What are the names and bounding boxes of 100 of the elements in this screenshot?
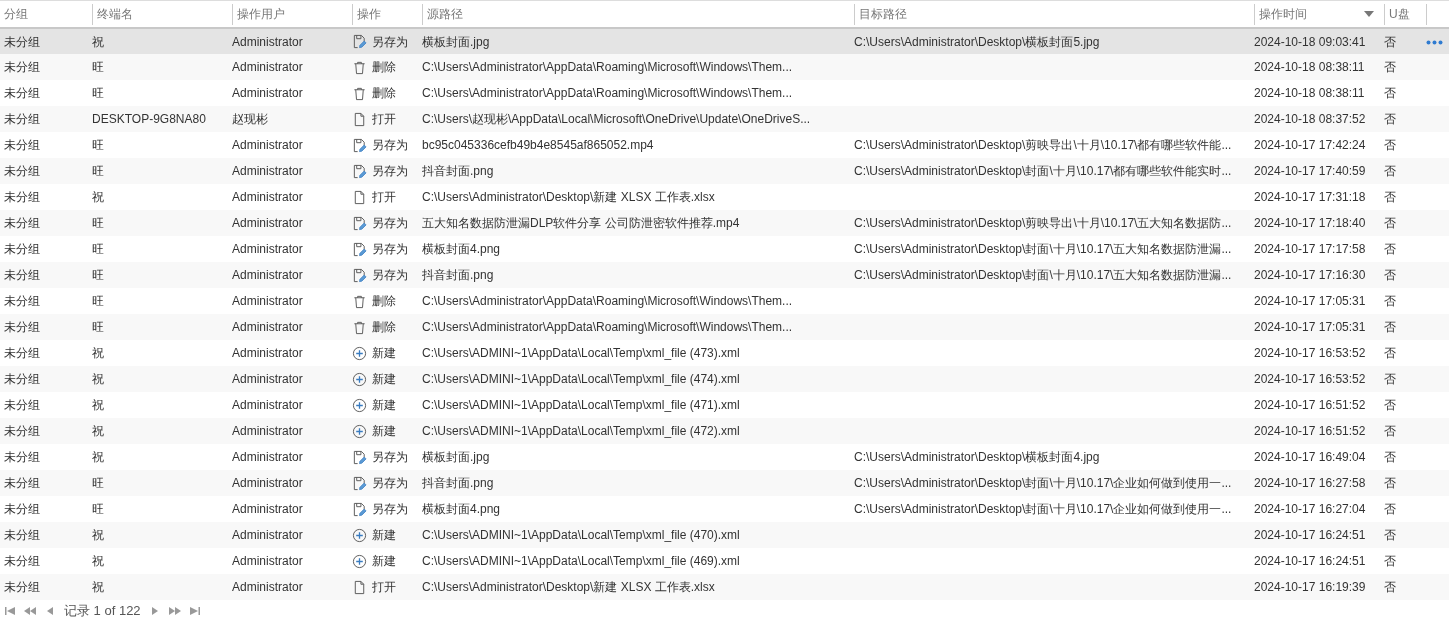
table-row[interactable]: 未分组 旺 Administrator 另存为 抖音封面.png C:\Users\Administrator\Desktop\封面\十月\10.17\都有哪些软件能实时... 2024-10-17 17:40:59 否	[0, 158, 1449, 184]
table-row[interactable]: 未分组 祝 Administrator 另存为 横板封面.jpg C:\Users\Administrator\Desktop\横板封面4.jpg 2024-10-17 16:49:04 否	[0, 444, 1449, 470]
group-cell-text: 未分组	[4, 59, 40, 76]
table-row[interactable]: 未分组 旺 Administrator 另存为 bc95c045336cefb49b4e8545af865052.mp4 C:\Users\Administrator\Desktop\剪映导出\十月\10.17\都有哪些软件能... 2024-10-17 17:42:24 否	[0, 132, 1449, 158]
trash-icon	[352, 293, 367, 309]
usb-cell-text: 否	[1384, 501, 1396, 518]
column-header[interactable]: 分组	[4, 5, 28, 23]
group-cell-text: 未分组	[4, 163, 40, 180]
user-cell-text: Administrator	[232, 33, 303, 51]
source-path-cell-text: 横板封面4.png	[422, 501, 501, 518]
source-path-cell-text: C:\Users\赵现彬\AppData\Local\Microsoft\OneDrive\Update\OneDriveS...	[422, 111, 811, 128]
trash-icon	[352, 85, 367, 101]
column-header[interactable]: 目标路径	[859, 5, 907, 23]
usb-cell-text: 否	[1384, 189, 1396, 206]
source-path-cell-text: C:\Users\ADMINI~1\AppData\Local\Temp\xml_file (471).xml	[422, 397, 740, 414]
table-row[interactable]: 未分组 旺 Administrator 另存为 抖音封面.png C:\Users\Administrator\Desktop\封面\十月\10.17\五大知名数据防泄漏... 2024-10-17 17:16:30 否	[0, 262, 1449, 288]
sort-descending-icon[interactable]	[1364, 11, 1374, 17]
table-row[interactable]: 未分组 祝 Administrator 新建 C:\Users\ADMINI~1\AppData\Local\Temp\xml_file (471).xml 2024-10-17 16:51:52 否	[0, 392, 1449, 418]
source-path-cell-text: bc95c045336cefb49b4e8545af865052.mp4	[422, 137, 654, 154]
table-row[interactable]: 未分组 旺 Administrator 删除 C:\Users\Administrator\AppData\Roaming\Microsoft\Windows\Them... 2024-10-18 08:38:11 否	[0, 80, 1449, 106]
table-row[interactable]: 未分组 祝 Administrator 新建 C:\Users\ADMINI~1\AppData\Local\Temp\xml_file (474).xml 2024-10-17 16:53:52 否	[0, 366, 1449, 392]
target-path-cell-text: C:\Users\Administrator\Desktop\封面\十月\10.17\五大知名数据防泄漏...	[854, 267, 1232, 284]
terminal-cell-text: 旺	[92, 59, 104, 76]
save-as-icon	[352, 241, 367, 257]
table-row[interactable]: 未分组 祝 Administrator 新建 C:\Users\ADMINI~1\AppData\Local\Temp\xml_file (473).xml 2024-10-17 16:53:52 否	[0, 340, 1449, 366]
usb-cell-text: 否	[1384, 553, 1396, 570]
table-row[interactable]: 未分组 旺 Administrator 另存为 五大知名数据防泄漏DLP软件分享 公司防泄密软件推荐.mp4 C:\Users\Administrator\Desktop\剪映导出\十月\10.17\五大知名数据防... 2024-10-17 17:18:40 否	[0, 210, 1449, 236]
user-cell-text: Administrator	[232, 371, 303, 388]
table-row[interactable]: 未分组 祝 Administrator 新建 C:\Users\ADMINI~1\AppData\Local\Temp\xml_file (472).xml 2024-10-17 16:51:52 否	[0, 418, 1449, 444]
target-path-cell-text: C:\Users\Administrator\Desktop\封面\十月\10.17\企业如何做到使用一...	[854, 501, 1232, 518]
source-path-cell-text: C:\Users\Administrator\AppData\Roaming\Microsoft\Windows\Them...	[422, 59, 793, 76]
user-cell-text: Administrator	[232, 449, 303, 466]
user-cell-text: Administrator	[232, 423, 303, 440]
group-cell-text: 未分组	[4, 579, 40, 596]
column-header[interactable]: U盘	[1389, 5, 1410, 23]
first-page-button[interactable]	[4, 606, 16, 616]
usb-cell-text: 否	[1384, 579, 1396, 596]
time-cell-text: 2024-10-17 16:27:58	[1254, 475, 1366, 492]
user-cell-text: Administrator	[232, 319, 303, 336]
source-path-cell-text: C:\Users\Administrator\AppData\Roaming\Microsoft\Windows\Them...	[422, 85, 793, 102]
terminal-cell-text: 旺	[92, 241, 104, 258]
column-header[interactable]: 源路径	[427, 5, 463, 23]
table-row[interactable]: 未分组 祝 Administrator 新建 C:\Users\ADMINI~1\AppData\Local\Temp\xml_file (470).xml 2024-10-17 16:24:51 否	[0, 522, 1449, 548]
action-label: 新建	[372, 527, 396, 544]
target-path-cell-text: C:\Users\Administrator\Desktop\横板封面5.jpg	[854, 33, 1100, 51]
trash-icon	[352, 59, 367, 75]
save-as-icon	[352, 34, 367, 49]
user-cell-text: Administrator	[232, 137, 303, 154]
usb-cell-text: 否	[1384, 371, 1396, 388]
column-header[interactable]: 操作	[357, 5, 381, 23]
terminal-cell-text: 祝	[92, 579, 104, 596]
action-label: 打开	[372, 579, 396, 596]
more-icon[interactable]	[1426, 39, 1443, 45]
save-as-icon	[352, 475, 367, 491]
user-cell-text: Administrator	[232, 215, 303, 232]
plus-circle-icon	[352, 527, 367, 543]
terminal-cell-text: 祝	[92, 33, 104, 51]
action-label: 另存为	[372, 163, 408, 180]
terminal-cell-text: 祝	[92, 371, 104, 388]
table-row[interactable]: 未分组 DESKTOP-9G8NA80 赵现彬 打开 C:\Users\赵现彬\AppData\Local\Microsoft\OneDrive\Update\OneDriveS... 2024-10-18 08:37:52 否	[0, 106, 1449, 132]
table-row[interactable]: 未分组 祝 Administrator 打开 C:\Users\Administrator\Desktop\新建 XLSX 工作表.xlsx 2024-10-17 17:31:18 否	[0, 184, 1449, 210]
user-cell-text: Administrator	[232, 527, 303, 544]
group-cell-text: 未分组	[4, 33, 40, 51]
table-row[interactable]: 未分组 旺 Administrator 另存为 横板封面4.png C:\Users\Administrator\Desktop\封面\十月\10.17\企业如何做到使用一... 2024-10-17 16:27:04 否	[0, 496, 1449, 522]
terminal-cell-text: 祝	[92, 527, 104, 544]
plus-circle-icon	[352, 345, 367, 361]
target-path-cell-text: C:\Users\Administrator\Desktop\封面\十月\10.17\五大知名数据防泄漏...	[854, 241, 1232, 258]
last-page-button[interactable]	[188, 606, 201, 616]
table-row[interactable]: 未分组 旺 Administrator 另存为 抖音封面.png C:\Users\Administrator\Desktop\封面\十月\10.17\企业如何做到使用一... 2024-10-17 16:27:58 否	[0, 470, 1449, 496]
next-page-button[interactable]	[168, 606, 181, 616]
previous-page-button[interactable]	[24, 606, 36, 616]
source-path-cell-text: 抖音封面.png	[422, 163, 494, 180]
time-cell-text: 2024-10-17 16:49:04	[1254, 449, 1366, 466]
action-label: 另存为	[372, 33, 408, 51]
terminal-cell-text: 旺	[92, 475, 104, 492]
group-cell-text: 未分组	[4, 423, 40, 440]
column-header[interactable]: 终端名	[97, 5, 133, 23]
source-path-cell-text: C:\Users\ADMINI~1\AppData\Local\Temp\xml_file (470).xml	[422, 527, 740, 544]
user-cell-text: Administrator	[232, 345, 303, 362]
plus-circle-icon	[352, 423, 367, 439]
column-header[interactable]: 操作用户	[237, 5, 285, 23]
group-cell-text: 未分组	[4, 137, 40, 154]
table-row[interactable]: 未分组 祝 Administrator 新建 C:\Users\ADMINI~1\AppData\Local\Temp\xml_file (469).xml 2024-10-17 16:24:51 否	[0, 548, 1449, 574]
terminal-cell-text: 旺	[92, 215, 104, 232]
table-row[interactable]: 未分组 旺 Administrator 删除 C:\Users\Administrator\AppData\Roaming\Microsoft\Windows\Them... 2024-10-18 08:38:11 否	[0, 54, 1449, 80]
user-cell-text: 赵现彬	[232, 111, 268, 128]
time-cell-text: 2024-10-17 16:53:52	[1254, 371, 1366, 388]
target-path-cell-text: C:\Users\Administrator\Desktop\封面\十月\10.17\都有哪些软件能实时...	[854, 163, 1232, 180]
user-cell-text: Administrator	[232, 189, 303, 206]
time-cell-text: 2024-10-17 16:27:04	[1254, 501, 1366, 518]
action-label: 打开	[372, 111, 396, 128]
usb-cell-text: 否	[1384, 85, 1396, 102]
table-row[interactable]: 未分组 旺 Administrator 删除 C:\Users\Administrator\AppData\Roaming\Microsoft\Windows\Them... 2024-10-17 17:05:31 否	[0, 288, 1449, 314]
user-cell-text: Administrator	[232, 163, 303, 180]
table-row[interactable]: 未分组 祝 Administrator 打开 C:\Users\Administrator\Desktop\新建 XLSX 工作表.xlsx 2024-10-17 16:19:39 否	[0, 574, 1449, 600]
table-row[interactable]: 未分组 旺 Administrator 删除 C:\Users\Administrator\AppData\Roaming\Microsoft\Windows\Them... 2024-10-17 17:05:31 否	[0, 314, 1449, 340]
column-header[interactable]: 操作时间	[1259, 5, 1307, 23]
table-row[interactable]: 未分组 祝 Administrator 另存为 横板封面.jpg C:\Users\Administrator\Desktop\横板封面5.jpg 2024-10-18 09:03:41 否	[0, 28, 1449, 54]
source-path-cell-text: 五大知名数据防泄漏DLP软件分享 公司防泄密软件推荐.mp4	[422, 215, 740, 232]
table-row[interactable]: 未分组 旺 Administrator 另存为 横板封面4.png C:\Users\Administrator\Desktop\封面\十月\10.17\五大知名数据防泄漏... 2024-10-17 17:17:58 否	[0, 236, 1449, 262]
